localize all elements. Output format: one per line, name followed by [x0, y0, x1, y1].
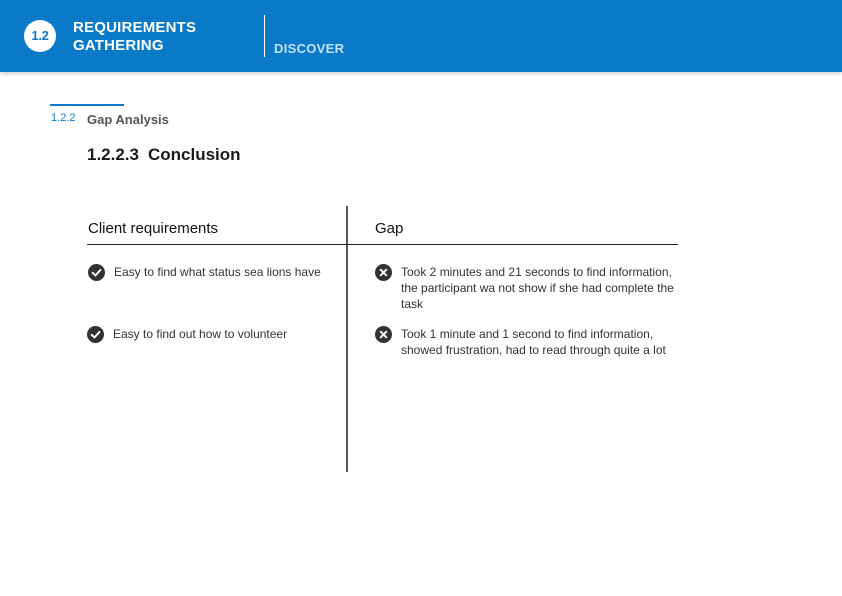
- heading-number: 1.2.2.3: [87, 145, 139, 164]
- check-circle-icon: [87, 326, 104, 343]
- header-bar: 1.2 REQUIREMENTS GATHERING DISCOVER: [0, 0, 842, 72]
- column-header-client-requirements: Client requirements: [88, 220, 219, 237]
- check-circle-icon: [88, 264, 105, 281]
- subsection-number: 1.2.2: [51, 112, 76, 124]
- page-heading: 1.2.2.3 Conclusion: [87, 145, 241, 165]
- section-label: DISCOVER: [274, 41, 345, 56]
- subsection-title: Gap Analysis: [87, 112, 169, 127]
- subsection-rule: [50, 104, 124, 106]
- x-circle-icon: [375, 326, 392, 343]
- chapter-badge: 1.2: [24, 20, 56, 52]
- header-rule: [87, 244, 678, 245]
- column-divider: [346, 206, 348, 472]
- heading-title: Conclusion: [148, 145, 241, 164]
- header-divider: [264, 15, 265, 57]
- gap-item: Took 2 minutes and 21 seconds to find in…: [401, 265, 674, 311]
- chapter-title-line-1: REQUIREMENTS: [73, 19, 197, 36]
- gap-item: Took 1 minute and 1 second to find infor…: [401, 327, 666, 357]
- chapter-title: REQUIREMENTS GATHERING: [73, 19, 253, 55]
- column-header-gap: Gap: [375, 220, 404, 237]
- x-circle-icon: [375, 264, 392, 281]
- requirement-item: Easy to find out how to volunteer: [113, 327, 288, 341]
- chapter-title-line-2: GATHERING: [73, 37, 164, 54]
- requirement-item: Easy to find what status sea lions have: [114, 265, 321, 279]
